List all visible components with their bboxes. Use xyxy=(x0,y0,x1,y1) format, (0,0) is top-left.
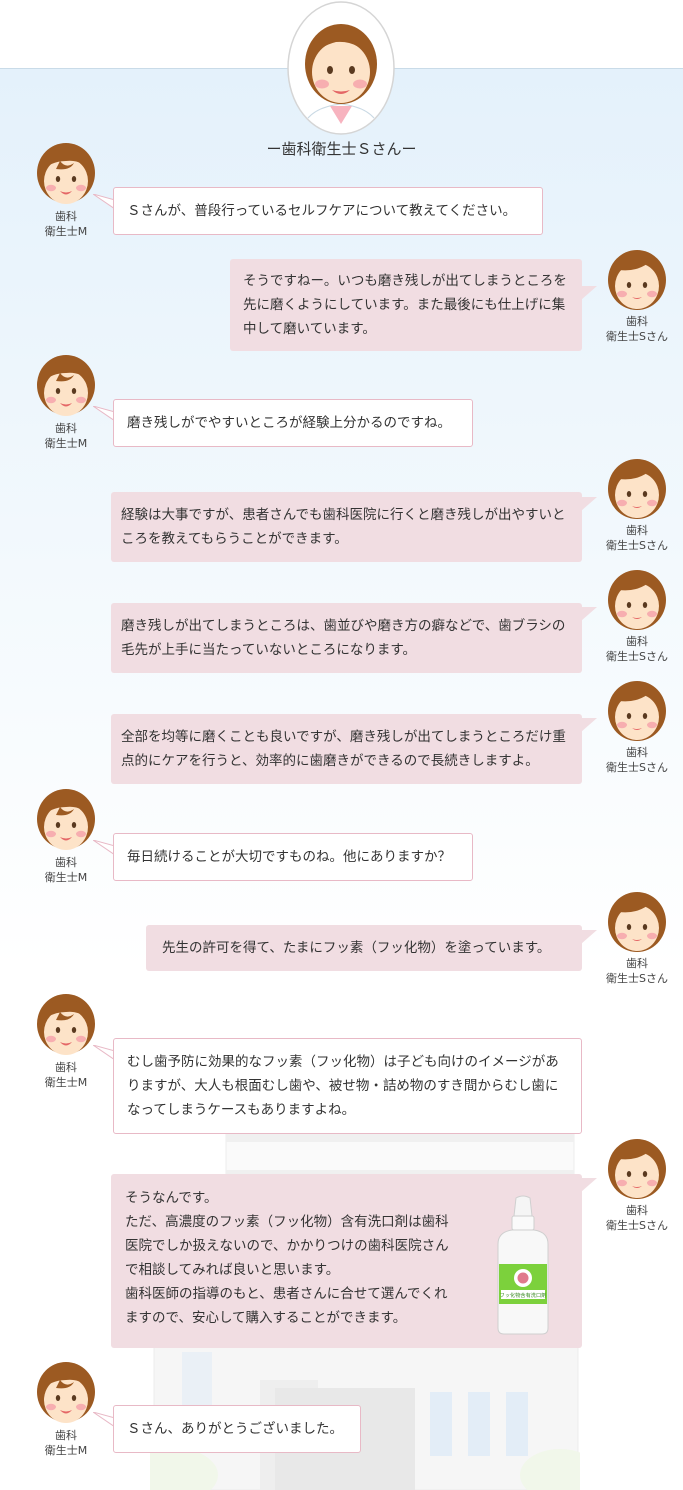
message-line: ただ、高濃度のフッ素（フッ化物）含有洗口剤は歯科医院でしか扱えないので、かかりつ… xyxy=(125,1214,449,1278)
interviewer-message: 毎日続けることが大切ですものね。他にありますか？ xyxy=(113,833,473,881)
avatar-label: 歯科 衛生士M xyxy=(44,210,88,238)
avatar-label: 歯科 衛生士M xyxy=(44,1061,88,1089)
hygienist-face xyxy=(607,568,667,632)
interviewer-face xyxy=(36,789,96,853)
interviewer-face xyxy=(36,355,96,419)
interviewer-face xyxy=(36,994,96,1058)
avatar-label: 歯科 衛生士M xyxy=(44,1429,88,1457)
bubble-tail xyxy=(93,194,115,210)
bubble-tail xyxy=(93,1412,115,1428)
interviewer-avatar: 歯科 衛生士M xyxy=(34,143,98,239)
bubble-tail xyxy=(581,718,597,732)
avatar-label: 歯科 衛生士Sさん xyxy=(606,957,668,985)
bubble-tail xyxy=(93,840,115,856)
avatar-label: 歯科 衛生士Sさん xyxy=(606,1204,668,1232)
avatar-label: 歯科 衛生士Sさん xyxy=(606,524,668,552)
hygienist-portrait xyxy=(287,1,395,135)
hygienist-avatar: 歯科 衛生士Sさん xyxy=(605,248,669,344)
interviewer-message: 磨き残しがでやすいところが経験上分かるのですね。 xyxy=(113,399,473,447)
hygienist-avatar: 歯科 衛生士Sさん xyxy=(605,457,669,553)
hygienist-face xyxy=(607,1137,667,1201)
bubble-tail xyxy=(581,286,597,300)
bottle-label: フッ化物含有洗口剤 xyxy=(500,1291,547,1299)
hygienist-message: 全部を均等に磨くことも良いですが、磨き残しが出てしまうところだけ重点的にケアを行… xyxy=(111,714,582,784)
hygienist-message: 磨き残しが出てしまうところは、歯並びや磨き方の癖などで、歯ブラシの毛先が上手に当… xyxy=(111,603,582,673)
avatar-label: 歯科 衛生士Sさん xyxy=(606,746,668,774)
avatar-label: 歯科 衛生士M xyxy=(44,422,88,450)
interviewer-avatar: 歯科 衛生士M xyxy=(34,355,98,451)
bubble-tail xyxy=(581,930,597,944)
interviewer-message: Ｓさん、ありがとうございました。 xyxy=(113,1405,361,1453)
interviewer-avatar: 歯科 衛生士M xyxy=(34,789,98,885)
hygienist-message: 先生の許可を得て、たまにフッ素（フッ化物）を塗っています。 xyxy=(146,925,582,971)
interviewer-message: Ｓさんが、普段行っているセルフケアについて教えてください。 xyxy=(113,187,543,235)
hygienist-face xyxy=(607,890,667,954)
bubble-tail xyxy=(93,1045,115,1061)
hygienist-avatar: 歯科 衛生士Sさん xyxy=(605,568,669,664)
hygienist-avatar: 歯科 衛生士Sさん xyxy=(605,679,669,775)
avatar-label: 歯科 衛生士M xyxy=(44,856,88,884)
hygienist-message: 経験は大事ですが、患者さんでも歯科医院に行くと磨き残しが出やすいところを教えても… xyxy=(111,492,582,562)
interviewer-face xyxy=(36,1362,96,1426)
bubble-tail xyxy=(581,1178,597,1192)
hygienist-face xyxy=(607,248,667,312)
interviewer-message: むし歯予防に効果的なフッ素（フッ化物）は子ども向けのイメージがありますが、大人も… xyxy=(113,1038,582,1134)
hygienist-avatar: 歯科 衛生士Sさん xyxy=(605,890,669,986)
avatar-label: 歯科 衛生士Sさん xyxy=(606,635,668,663)
interviewer-avatar: 歯科 衛生士M xyxy=(34,994,98,1090)
message-line: 歯科医師の指導のもと、患者さんに合せて選んでくれますので、安心して購入することが… xyxy=(125,1286,448,1326)
avatar-label: 歯科 衛生士Sさん xyxy=(606,315,668,343)
mouthwash-bottle-image: フッ化物含有洗口剤 xyxy=(497,1195,549,1335)
hygienist-message: そうですねー。いつも磨き残しが出てしまうところを先に磨くようにしています。また最… xyxy=(230,259,582,351)
hygienist-avatar: 歯科 衛生士Sさん xyxy=(605,1137,669,1233)
interviewer-face xyxy=(36,143,96,207)
hygienist-caption: ー歯科衛生士Ｓさんー xyxy=(266,140,417,158)
hygienist-face xyxy=(607,457,667,521)
message-line: そうなんです。 xyxy=(125,1190,218,1206)
bubble-tail xyxy=(93,406,115,422)
bubble-tail xyxy=(581,607,597,621)
bubble-tail xyxy=(581,497,597,511)
interviewer-avatar: 歯科 衛生士M xyxy=(34,1362,98,1458)
interview-page: ー歯科衛生士Ｓさんー 歯科 衛生士M Ｓさんが、普段行っているセルフケアについて教… xyxy=(0,0,683,1490)
hygienist-face xyxy=(607,679,667,743)
